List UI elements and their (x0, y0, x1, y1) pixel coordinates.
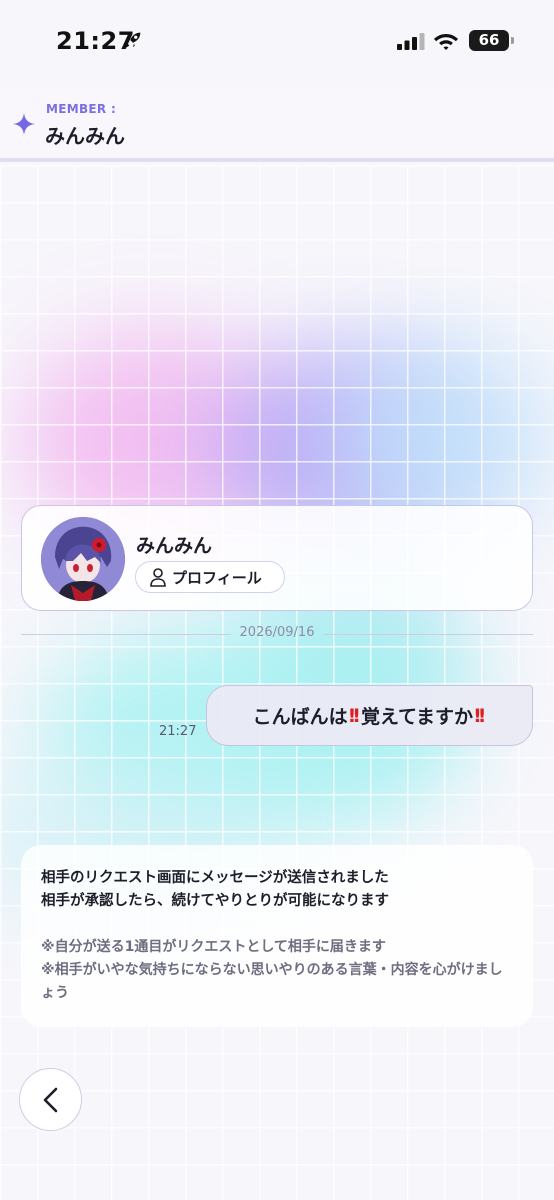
notice-spacer (41, 913, 513, 936)
profile-card: みんみん プロフィール (21, 505, 533, 611)
chevron-left-icon (43, 1087, 57, 1112)
profile-button[interactable]: プロフィール (135, 561, 285, 593)
avatar[interactable] (41, 517, 125, 601)
status-bar: 21:27 66 (0, 0, 554, 80)
header-divider (0, 158, 554, 162)
date-divider-left (21, 634, 231, 635)
notice-note-2: ※相手がいやな気持ちにならない思いやりのある言葉・内容を心がけましょう (41, 962, 503, 1001)
message-text-part-1: こんばんは (252, 706, 348, 728)
profile-button-label: プロフィール (172, 568, 262, 587)
date-label: 2026/09/16 (239, 625, 315, 640)
wifi-icon (434, 34, 458, 50)
rocket-icon (125, 32, 141, 48)
header-member-name: みんみん (45, 124, 125, 148)
battery-cap (511, 37, 514, 44)
member-label: MEMBER : (46, 102, 117, 116)
avatar-illustration (41, 517, 125, 601)
chat-screen: 21:27 66 MEMBER : みんみん みんみん プロフィール 2026/… (0, 0, 554, 1200)
request-notice: 相手のリクエスト画面にメッセージが送信されました 相手が承認したら、続けてやりと… (21, 845, 533, 1027)
notice-line-2: 相手が承認したら、続けてやりとりが可能になります (41, 893, 389, 909)
message-time: 21:27 (159, 724, 197, 739)
double-exclamation-icon: !! (347, 704, 361, 727)
message-bubble[interactable]: こんばんは !! 覚えてますか !! (206, 685, 533, 746)
battery-indicator: 66 (469, 30, 509, 51)
notice-note-1: ※自分が送る1通目がリクエストとして相手に届きます (41, 939, 386, 955)
sparkle-icon (13, 113, 35, 135)
person-icon (150, 568, 166, 587)
background-grid (0, 165, 554, 1200)
back-button[interactable] (19, 1068, 82, 1131)
notice-line-1: 相手のリクエスト画面にメッセージが送信されました (41, 870, 389, 886)
signal-icon (397, 33, 425, 50)
message-text-part-2: 覚えてますか (360, 706, 474, 728)
date-divider-right (323, 634, 533, 635)
double-exclamation-icon: !! (473, 704, 486, 727)
profile-name: みんみん (136, 535, 213, 557)
